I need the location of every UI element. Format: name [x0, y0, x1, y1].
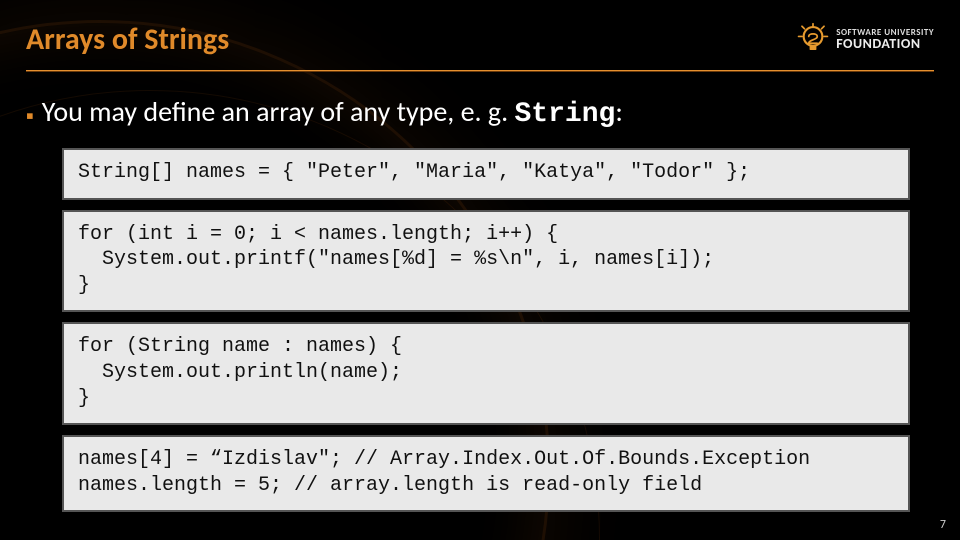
bullet-item: ▪ You may define an array of any type, e…: [26, 94, 934, 130]
bullet-text: You may define an array of any type, e. …: [42, 94, 623, 130]
code-box-2: for (int i = 0; i < names.length; i++) {…: [62, 210, 910, 313]
code-box-1: String[] names = { "Peter", "Maria", "Ka…: [62, 148, 910, 200]
softuni-logo: SOFTWARE UNIVERSITY FOUNDATION: [796, 22, 934, 56]
logo-text: SOFTWARE UNIVERSITY FOUNDATION: [836, 28, 934, 51]
bullet-text-after: :: [615, 94, 623, 129]
content: ▪ You may define an array of any type, e…: [26, 94, 934, 512]
code-box-3: for (String name : names) { System.out.p…: [62, 322, 910, 425]
logo-line2: FOUNDATION: [836, 37, 934, 51]
slide-title: Arrays of Strings: [26, 21, 229, 58]
header: Arrays of Strings SOFTWARE UNIVERSITY FO…: [26, 12, 934, 66]
bullet-text-mono: String: [515, 99, 616, 130]
title-underline: [26, 70, 934, 72]
bullet-text-before: You may define an array of any type, e. …: [42, 94, 515, 129]
lightbulb-icon: [796, 22, 830, 56]
code-box-4: names[4] = “Izdislav"; // Array.Index.Ou…: [62, 435, 910, 512]
bullet-square-icon: ▪: [26, 105, 34, 127]
slide: Arrays of Strings SOFTWARE UNIVERSITY FO…: [0, 0, 960, 540]
page-number: 7: [940, 518, 946, 532]
